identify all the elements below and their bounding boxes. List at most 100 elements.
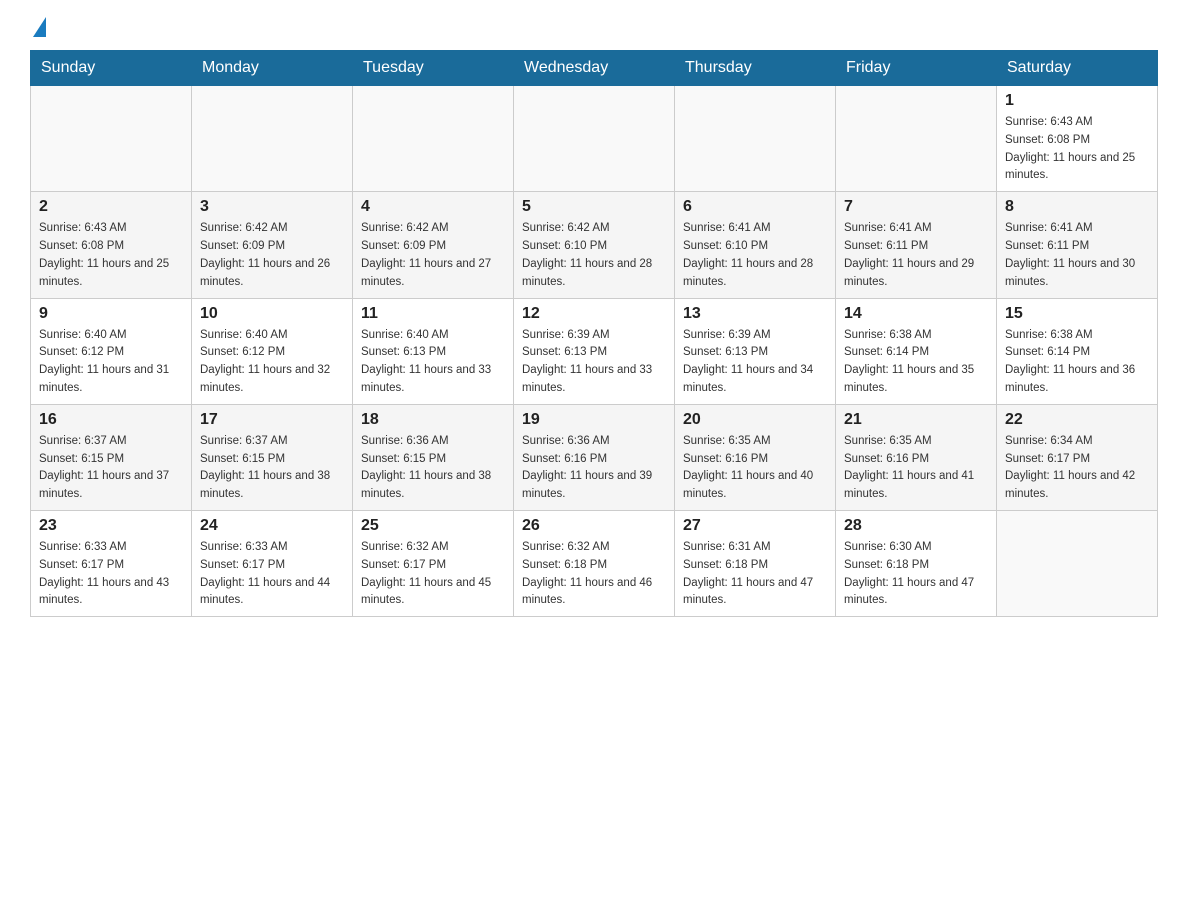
calendar-cell (514, 86, 675, 192)
calendar-week-3: 9 Sunrise: 6:40 AMSunset: 6:12 PMDaylight… (31, 298, 1158, 404)
logo-triangle-icon (33, 17, 46, 37)
day-number: 28 (844, 517, 988, 535)
day-number: 26 (522, 517, 666, 535)
calendar-cell: 21 Sunrise: 6:35 AMSunset: 6:16 PMDayligh… (836, 404, 997, 510)
calendar-cell: 17Sunrise: 6:37 AMSunset: 6:15 PMDayligh… (192, 404, 353, 510)
day-info: Sunrise: 6:39 AMSunset: 6:13 PMDaylight:… (683, 327, 827, 398)
calendar-cell: 20 Sunrise: 6:35 AMSunset: 6:16 PMDayligh… (675, 404, 836, 510)
calendar-cell: 7 Sunrise: 6:41 AMSunset: 6:11 PMDaylight… (836, 192, 997, 298)
calendar-cell (997, 511, 1158, 617)
calendar-cell: 13 Sunrise: 6:39 AMSunset: 6:13 PMDayligh… (675, 298, 836, 404)
day-info: Sunrise: 6:30 AMSunset: 6:18 PMDaylight:… (844, 539, 988, 610)
calendar-header-row: SundayMondayTuesdayWednesdayThursdayFrid… (31, 51, 1158, 86)
day-number: 10 (200, 305, 344, 323)
day-number: 25 (361, 517, 505, 535)
calendar-cell: 10 Sunrise: 6:40 AMSunset: 6:12 PMDayligh… (192, 298, 353, 404)
day-number: 19 (522, 411, 666, 429)
calendar-cell: 26 Sunrise: 6:32 AMSunset: 6:18 PMDayligh… (514, 511, 675, 617)
day-info: Sunrise: 6:36 AMSunset: 6:15 PMDaylight:… (361, 433, 505, 504)
calendar-cell: 23 Sunrise: 6:33 AMSunset: 6:17 PMDayligh… (31, 511, 192, 617)
day-number: 16 (39, 411, 183, 429)
day-number: 27 (683, 517, 827, 535)
day-info: Sunrise: 6:36 AMSunset: 6:16 PMDaylight:… (522, 433, 666, 504)
day-number: 22 (1005, 411, 1149, 429)
day-number: 1 (1005, 92, 1149, 110)
day-info: Sunrise: 6:33 AMSunset: 6:17 PMDaylight:… (200, 539, 344, 610)
day-number: 21 (844, 411, 988, 429)
day-info: Sunrise: 6:32 AMSunset: 6:17 PMDaylight:… (361, 539, 505, 610)
day-info: Sunrise: 6:38 AMSunset: 6:14 PMDaylight:… (1005, 327, 1149, 398)
day-info: Sunrise: 6:39 AMSunset: 6:13 PMDaylight:… (522, 327, 666, 398)
calendar-cell: 3 Sunrise: 6:42 AMSunset: 6:09 PMDaylight… (192, 192, 353, 298)
calendar-cell (31, 86, 192, 192)
calendar-cell: 9 Sunrise: 6:40 AMSunset: 6:12 PMDaylight… (31, 298, 192, 404)
calendar-cell: 27Sunrise: 6:31 AMSunset: 6:18 PMDayligh… (675, 511, 836, 617)
day-number: 13 (683, 305, 827, 323)
calendar-table: SundayMondayTuesdayWednesdayThursdayFrid… (30, 50, 1158, 617)
calendar-cell (192, 86, 353, 192)
day-info: Sunrise: 6:40 AMSunset: 6:12 PMDaylight:… (39, 327, 183, 398)
day-info: Sunrise: 6:35 AMSunset: 6:16 PMDaylight:… (844, 433, 988, 504)
calendar-cell (675, 86, 836, 192)
day-info: Sunrise: 6:40 AMSunset: 6:12 PMDaylight:… (200, 327, 344, 398)
weekday-header-saturday: Saturday (997, 51, 1158, 86)
day-info: Sunrise: 6:41 AMSunset: 6:11 PMDaylight:… (1005, 220, 1149, 291)
calendar-cell: 18 Sunrise: 6:36 AMSunset: 6:15 PMDayligh… (353, 404, 514, 510)
weekday-header-wednesday: Wednesday (514, 51, 675, 86)
day-info: Sunrise: 6:33 AMSunset: 6:17 PMDaylight:… (39, 539, 183, 610)
day-info: Sunrise: 6:34 AMSunset: 6:17 PMDaylight:… (1005, 433, 1149, 504)
day-info: Sunrise: 6:40 AMSunset: 6:13 PMDaylight:… (361, 327, 505, 398)
day-number: 20 (683, 411, 827, 429)
day-info: Sunrise: 6:37 AMSunset: 6:15 PMDaylight:… (39, 433, 183, 504)
day-info: Sunrise: 6:32 AMSunset: 6:18 PMDaylight:… (522, 539, 666, 610)
day-number: 18 (361, 411, 505, 429)
weekday-header-tuesday: Tuesday (353, 51, 514, 86)
weekday-header-monday: Monday (192, 51, 353, 86)
day-info: Sunrise: 6:42 AMSunset: 6:09 PMDaylight:… (200, 220, 344, 291)
calendar-cell: 4Sunrise: 6:42 AMSunset: 6:09 PMDaylight… (353, 192, 514, 298)
calendar-cell: 12 Sunrise: 6:39 AMSunset: 6:13 PMDayligh… (514, 298, 675, 404)
day-number: 17 (200, 411, 344, 429)
calendar-cell: 25 Sunrise: 6:32 AMSunset: 6:17 PMDayligh… (353, 511, 514, 617)
calendar-cell: 19 Sunrise: 6:36 AMSunset: 6:16 PMDayligh… (514, 404, 675, 510)
weekday-header-sunday: Sunday (31, 51, 192, 86)
calendar-week-1: 1Sunrise: 6:43 AMSunset: 6:08 PMDaylight… (31, 86, 1158, 192)
day-info: Sunrise: 6:43 AMSunset: 6:08 PMDaylight:… (39, 220, 183, 291)
calendar-cell: 28 Sunrise: 6:30 AMSunset: 6:18 PMDayligh… (836, 511, 997, 617)
day-info: Sunrise: 6:41 AMSunset: 6:10 PMDaylight:… (683, 220, 827, 291)
day-number: 7 (844, 198, 988, 216)
day-number: 23 (39, 517, 183, 535)
day-number: 11 (361, 305, 505, 323)
day-number: 12 (522, 305, 666, 323)
calendar-week-5: 23 Sunrise: 6:33 AMSunset: 6:17 PMDayligh… (31, 511, 1158, 617)
calendar-cell: 6Sunrise: 6:41 AMSunset: 6:10 PMDaylight… (675, 192, 836, 298)
calendar-cell: 14 Sunrise: 6:38 AMSunset: 6:14 PMDayligh… (836, 298, 997, 404)
calendar-week-2: 2Sunrise: 6:43 AMSunset: 6:08 PMDaylight… (31, 192, 1158, 298)
page-header (30, 20, 1158, 40)
day-number: 3 (200, 198, 344, 216)
calendar-cell: 8Sunrise: 6:41 AMSunset: 6:11 PMDaylight… (997, 192, 1158, 298)
day-number: 4 (361, 198, 505, 216)
logo (30, 20, 46, 40)
day-number: 24 (200, 517, 344, 535)
calendar-cell: 15 Sunrise: 6:38 AMSunset: 6:14 PMDayligh… (997, 298, 1158, 404)
day-number: 9 (39, 305, 183, 323)
weekday-header-thursday: Thursday (675, 51, 836, 86)
calendar-cell (353, 86, 514, 192)
day-info: Sunrise: 6:42 AMSunset: 6:10 PMDaylight:… (522, 220, 666, 291)
weekday-header-friday: Friday (836, 51, 997, 86)
day-info: Sunrise: 6:35 AMSunset: 6:16 PMDaylight:… (683, 433, 827, 504)
calendar-cell: 5 Sunrise: 6:42 AMSunset: 6:10 PMDaylight… (514, 192, 675, 298)
calendar-cell: 1Sunrise: 6:43 AMSunset: 6:08 PMDaylight… (997, 86, 1158, 192)
day-number: 15 (1005, 305, 1149, 323)
calendar-cell: 11 Sunrise: 6:40 AMSunset: 6:13 PMDayligh… (353, 298, 514, 404)
calendar-cell: 22 Sunrise: 6:34 AMSunset: 6:17 PMDayligh… (997, 404, 1158, 510)
calendar-cell: 24 Sunrise: 6:33 AMSunset: 6:17 PMDayligh… (192, 511, 353, 617)
calendar-cell: 2Sunrise: 6:43 AMSunset: 6:08 PMDaylight… (31, 192, 192, 298)
day-info: Sunrise: 6:41 AMSunset: 6:11 PMDaylight:… (844, 220, 988, 291)
day-number: 14 (844, 305, 988, 323)
calendar-week-4: 16 Sunrise: 6:37 AMSunset: 6:15 PMDayligh… (31, 404, 1158, 510)
calendar-cell (836, 86, 997, 192)
day-info: Sunrise: 6:38 AMSunset: 6:14 PMDaylight:… (844, 327, 988, 398)
day-number: 5 (522, 198, 666, 216)
